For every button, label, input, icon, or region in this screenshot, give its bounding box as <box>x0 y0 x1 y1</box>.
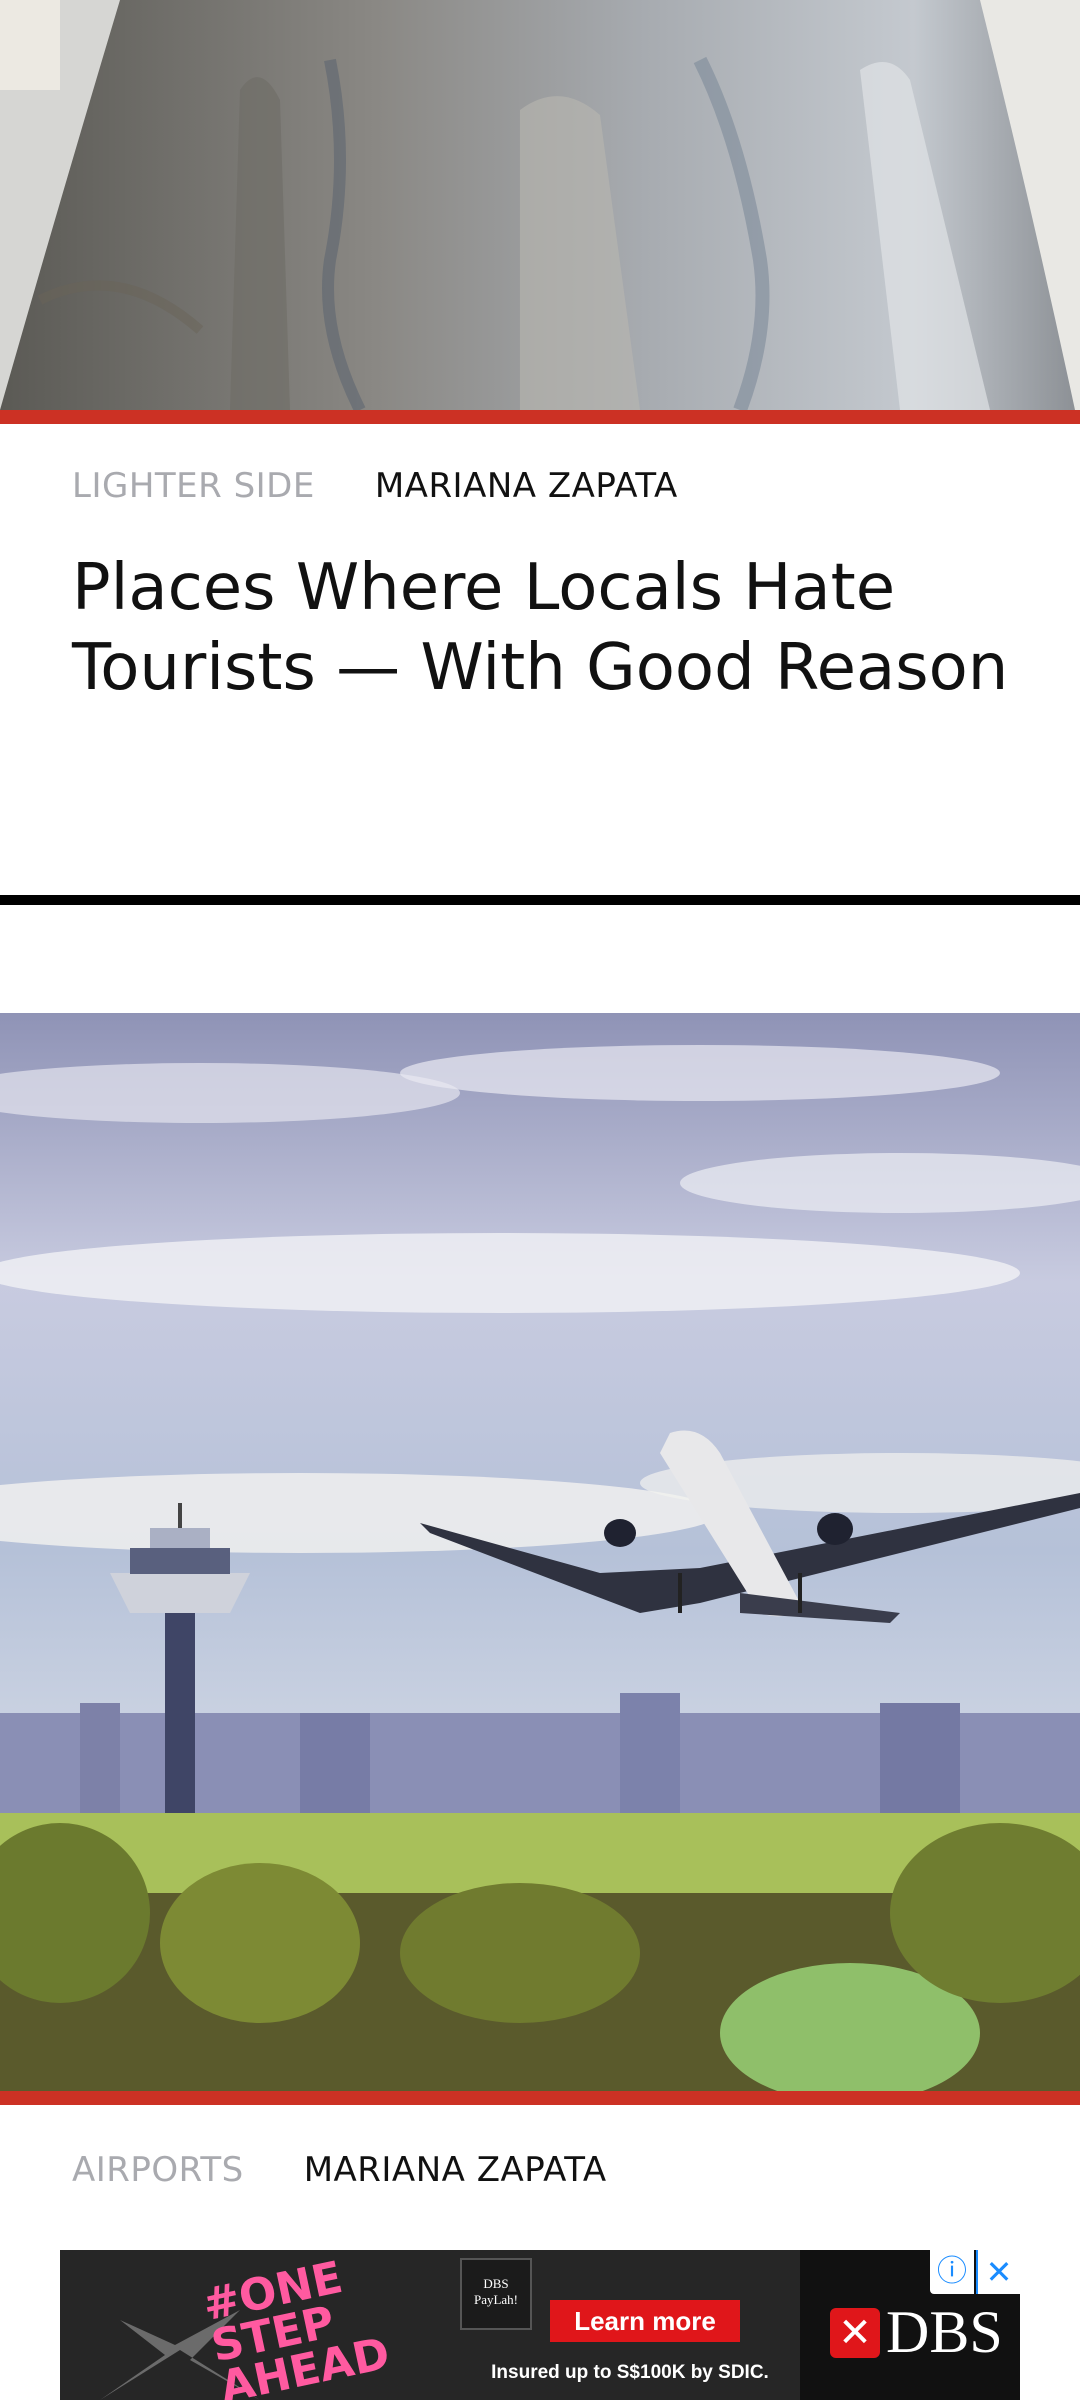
article-2-meta: AIRPORTS MARIANA ZAPATA <box>72 2150 607 2190</box>
article-1-category-link[interactable]: LIGHTER SIDE <box>72 466 315 506</box>
ad-paylah-badge: DBS PayLah! <box>460 2258 532 2330</box>
airplane-takeoff-image <box>0 1013 1080 2091</box>
ad-brand-logo: ✕ DBS <box>830 2298 1003 2367</box>
ad-brand-name: DBS <box>886 2299 1003 2365</box>
ad-banner[interactable]: #ONE STEP AHEAD DBS PayLah! Learn more I… <box>60 2250 1020 2400</box>
ad-disclaimer: Insured up to S$100K by SDIC. <box>491 2362 769 2383</box>
dbs-logo-icon: ✕ <box>830 2307 880 2358</box>
article-2-accent-bar <box>0 2091 1080 2105</box>
article-1-title-link[interactable]: Places Where Locals Hate Tourists — With… <box>72 548 1012 708</box>
bell-sculpture-image <box>0 0 1080 410</box>
article-2-author-link[interactable]: MARIANA ZAPATA <box>304 2150 607 2190</box>
ad-info-icon[interactable]: ⓘ <box>930 2250 974 2294</box>
ad-close-icon[interactable]: ✕ <box>976 2250 1020 2294</box>
article-1-author-link[interactable]: MARIANA ZAPATA <box>375 466 678 506</box>
article-2-category-link[interactable]: AIRPORTS <box>72 2150 244 2190</box>
article-1-meta: LIGHTER SIDE MARIANA ZAPATA <box>72 466 678 506</box>
article-1-accent-bar <box>0 410 1080 424</box>
article-1-hero-image[interactable] <box>0 0 1080 410</box>
ad-learn-more-button[interactable]: Learn more <box>550 2300 740 2342</box>
article-2-hero-image[interactable] <box>0 1013 1080 2091</box>
section-divider <box>0 895 1080 905</box>
